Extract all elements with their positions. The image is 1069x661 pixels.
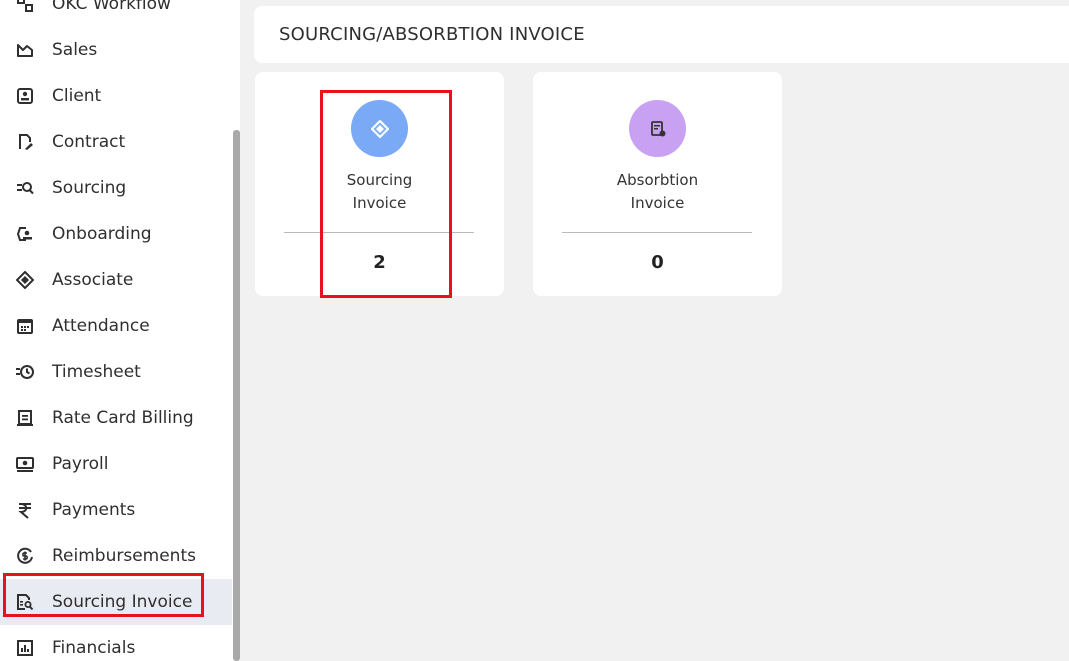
handshake-icon bbox=[15, 270, 35, 290]
sidebar-list: OKC Workflow Sales Client Contract Sourc bbox=[0, 0, 234, 661]
tile-label-line1: Absorbtion bbox=[616, 171, 699, 189]
invoice-search-icon bbox=[15, 592, 35, 612]
sales-chart-icon bbox=[15, 40, 35, 60]
tile-icon-circle bbox=[351, 100, 408, 157]
sidebar-item-label: Contract bbox=[52, 132, 126, 152]
calendar-icon bbox=[15, 316, 35, 336]
absorbtion-invoice-tile[interactable]: Absorbtion Invoice 0 bbox=[533, 72, 782, 296]
sidebar-item-label: Attendance bbox=[52, 316, 150, 336]
timesheet-clock-icon bbox=[15, 362, 35, 382]
page-title: SOURCING/ABSORBTION INVOICE bbox=[279, 24, 585, 45]
sidebar-scrollbar-thumb[interactable] bbox=[233, 130, 240, 661]
sidebar-item-label: Financials bbox=[52, 638, 136, 658]
sidebar-item-reimbursements[interactable]: Reimbursements bbox=[0, 533, 234, 579]
sidebar-item-financials[interactable]: Financials bbox=[0, 625, 234, 661]
sourcing-search-icon bbox=[15, 178, 35, 198]
client-id-icon bbox=[15, 86, 35, 106]
sidebar-item-label: Timesheet bbox=[52, 362, 141, 382]
sidebar-item-label: Sales bbox=[52, 40, 98, 60]
sidebar-item-label: Payments bbox=[52, 500, 136, 520]
sidebar: OKC Workflow Sales Client Contract Sourc bbox=[0, 0, 234, 661]
tile-count: 0 bbox=[651, 252, 664, 273]
payroll-icon bbox=[15, 454, 35, 474]
receipt-icon bbox=[650, 120, 665, 136]
page-header: SOURCING/ABSORBTION INVOICE bbox=[254, 6, 1069, 63]
tile-icon-circle bbox=[629, 100, 686, 157]
sidebar-item-rate-card-billing[interactable]: Rate Card Billing bbox=[0, 395, 234, 441]
tile-divider bbox=[284, 232, 474, 233]
sidebar-item-associate[interactable]: Associate bbox=[0, 257, 234, 303]
financials-chart-icon bbox=[15, 638, 35, 658]
sidebar-item-label: Sourcing Invoice bbox=[52, 592, 193, 612]
billing-icon bbox=[15, 408, 35, 428]
sidebar-item-payments[interactable]: Payments bbox=[0, 487, 234, 533]
sourcing-invoice-tile[interactable]: Sourcing Invoice 2 bbox=[255, 72, 504, 296]
handshake-icon bbox=[370, 119, 389, 138]
onboarding-icon bbox=[15, 224, 35, 244]
sidebar-item-payroll[interactable]: Payroll bbox=[0, 441, 234, 487]
tile-label-line1: Sourcing bbox=[346, 171, 413, 189]
sidebar-item-label: Payroll bbox=[52, 454, 109, 474]
sidebar-item-timesheet[interactable]: Timesheet bbox=[0, 349, 234, 395]
sidebar-item-sourcing[interactable]: Sourcing bbox=[0, 165, 234, 211]
sidebar-item-label: Sourcing bbox=[52, 178, 127, 198]
reimbursement-icon bbox=[15, 546, 35, 566]
rupee-icon bbox=[15, 500, 35, 520]
sidebar-item-onboarding[interactable]: Onboarding bbox=[0, 211, 234, 257]
tile-divider bbox=[562, 232, 752, 233]
sidebar-item-label: OKC Workflow bbox=[52, 0, 171, 14]
sidebar-item-client[interactable]: Client bbox=[0, 73, 234, 119]
tile-count: 2 bbox=[373, 252, 386, 273]
sidebar-item-label: Associate bbox=[52, 270, 134, 290]
sidebar-item-sourcing-invoice[interactable]: Sourcing Invoice bbox=[0, 579, 234, 625]
sidebar-item-label: Onboarding bbox=[52, 224, 152, 244]
sidebar-item-label: Reimbursements bbox=[52, 546, 196, 566]
tile-label: Sourcing Invoice bbox=[255, 169, 504, 215]
sidebar-item-sales[interactable]: Sales bbox=[0, 27, 234, 73]
workflow-icon bbox=[15, 0, 35, 14]
sidebar-item-contract[interactable]: Contract bbox=[0, 119, 234, 165]
sidebar-item-label: Client bbox=[52, 86, 102, 106]
sidebar-item-attendance[interactable]: Attendance bbox=[0, 303, 234, 349]
tile-label-line2: Invoice bbox=[352, 194, 407, 212]
sidebar-item-okc-workflow[interactable]: OKC Workflow bbox=[0, 0, 234, 27]
contract-icon bbox=[15, 132, 35, 152]
tile-label-line2: Invoice bbox=[630, 194, 685, 212]
tile-label: Absorbtion Invoice bbox=[533, 169, 782, 215]
sidebar-item-label: Rate Card Billing bbox=[52, 408, 194, 428]
